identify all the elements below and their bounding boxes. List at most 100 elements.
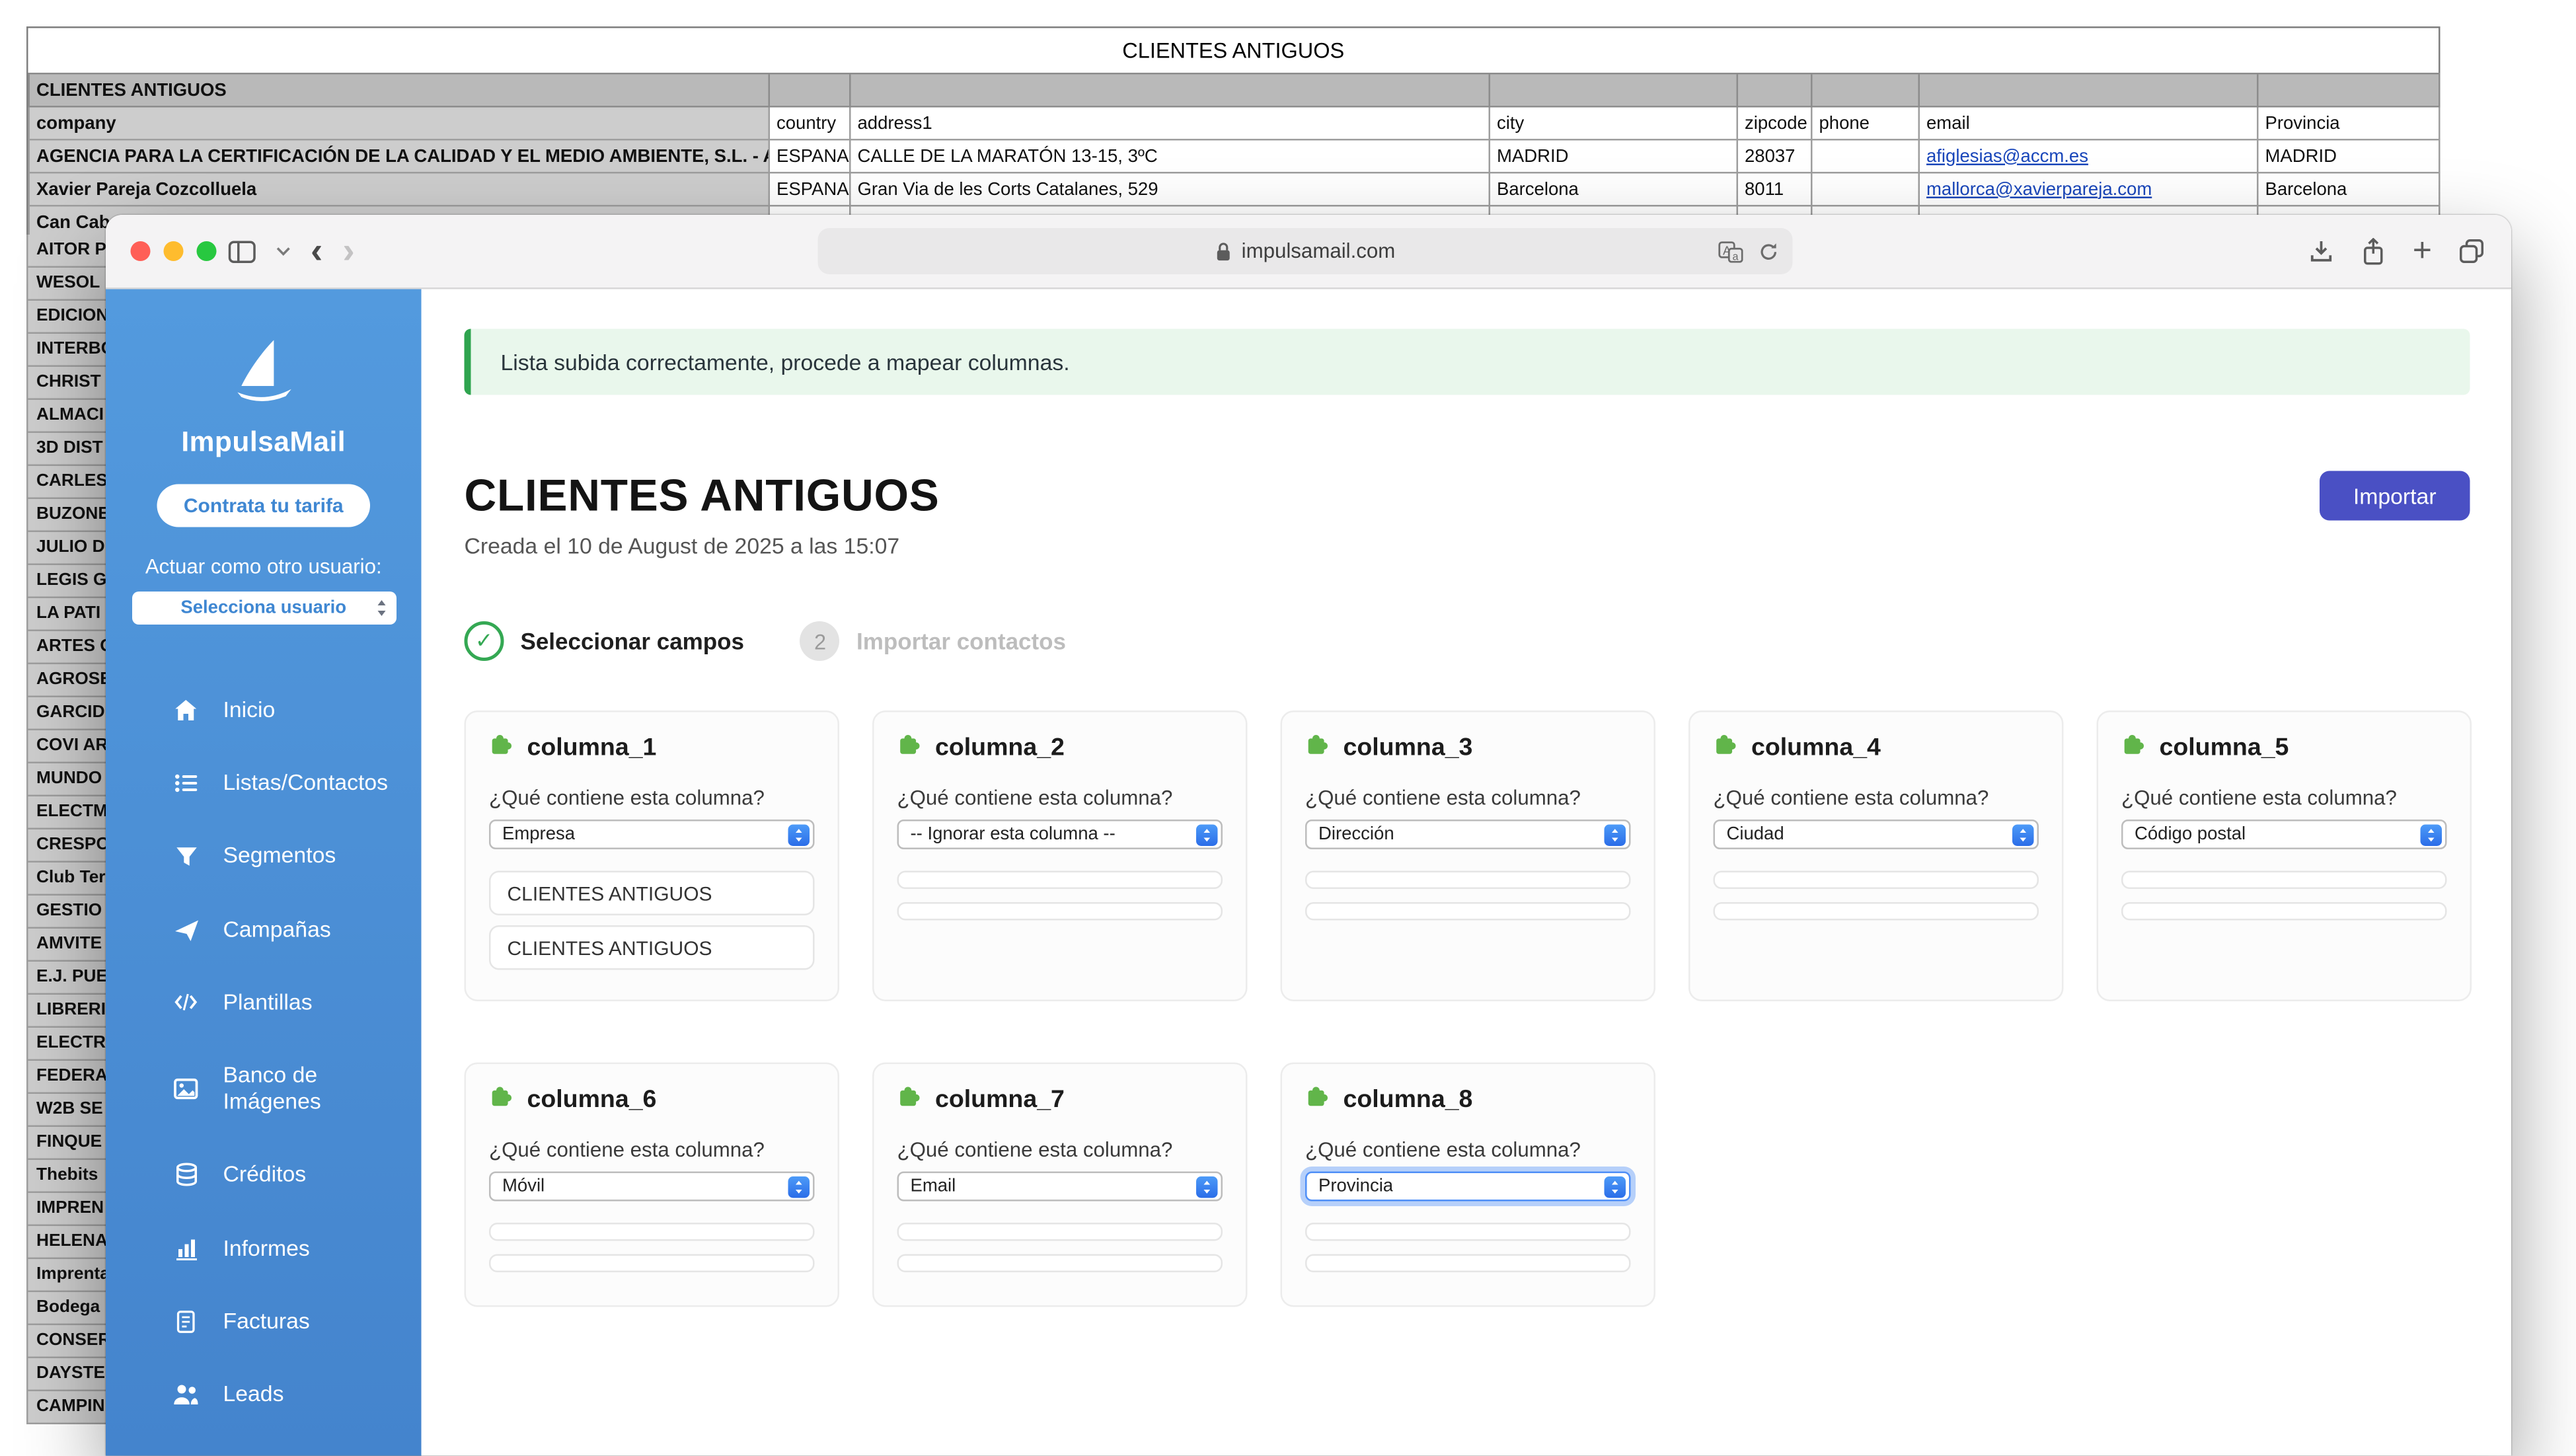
sidebar-item-campanas[interactable]: Campañas	[106, 893, 422, 966]
minimize-window-button[interactable]	[164, 241, 184, 261]
column-header-cell[interactable]: zipcode	[1737, 106, 1812, 139]
column-mapping-select[interactable]: Código postal	[2121, 820, 2447, 849]
sheet-cell[interactable]: ESPANA	[769, 172, 851, 206]
sample-value	[1305, 902, 1631, 921]
sample-value	[489, 1254, 815, 1273]
reload-icon[interactable]	[1758, 241, 1780, 262]
sheet-cell[interactable]	[769, 73, 851, 106]
user-select[interactable]: Selecciona usuario	[132, 592, 396, 625]
sheet-cell[interactable]	[1737, 73, 1812, 106]
sheet-cell[interactable]: Barcelona	[1490, 172, 1737, 206]
window-controls	[131, 241, 217, 261]
sheet-cell[interactable]: AGENCIA PARA LA CERTIFICACIÓN DE LA CALI…	[29, 139, 769, 172]
sidebar-item-plantillas[interactable]: Plantillas	[106, 966, 422, 1039]
tab-overview-icon[interactable]	[2458, 238, 2485, 264]
sheet-cell[interactable]	[1811, 172, 1919, 206]
sidebar-item-facturas[interactable]: Facturas	[106, 1285, 422, 1358]
sheet-cell[interactable]	[1811, 73, 1919, 106]
email-link[interactable]: afiglesias@accm.es	[1926, 146, 2088, 166]
column-mapping-select[interactable]: Dirección	[1305, 820, 1631, 849]
zoom-window-button[interactable]	[197, 241, 217, 261]
column-card-columna-5: columna_5¿Qué contiene esta columna?Códi…	[2097, 710, 2472, 1001]
sidebar-item-label: Inicio	[223, 697, 276, 724]
sheet-cell[interactable]: Xavier Pareja Cozcolluela	[29, 172, 769, 206]
back-button[interactable]: ‹	[311, 233, 322, 270]
sidebar-item-leads[interactable]: Leads	[106, 1358, 422, 1431]
chevron-down-icon[interactable]	[276, 247, 291, 256]
column-header-cell[interactable]: company	[29, 106, 769, 139]
new-tab-button[interactable]: +	[2413, 235, 2432, 268]
sample-values	[2121, 871, 2447, 934]
column-mapping-select[interactable]: Móvil	[489, 1172, 815, 1202]
sheet-cell[interactable]: MADRID	[2257, 139, 2439, 172]
contract-plan-button[interactable]: Contrata tu tarifa	[157, 484, 370, 527]
sidebar-item-inicio[interactable]: Inicio	[106, 674, 422, 747]
column-card-columna-1: columna_1¿Qué contiene esta columna?Empr…	[465, 710, 840, 1001]
select-stepper-icon	[1196, 825, 1218, 847]
puzzle-icon	[2121, 732, 2146, 764]
translate-icon[interactable]: Aa	[1718, 241, 1743, 262]
sheet-cell[interactable]	[1919, 73, 2258, 106]
sidebar-item-informes[interactable]: Informes	[106, 1212, 422, 1285]
image-icon	[172, 1076, 200, 1102]
column-header-cell[interactable]: phone	[1811, 106, 1919, 139]
sheet-cell[interactable]: MADRID	[1490, 139, 1737, 172]
sheet-cell[interactable]	[2257, 73, 2439, 106]
sheet-cell[interactable]: CALLE DE LA MARATÓN 13-15, 3ºC	[850, 139, 1490, 172]
sheet-band-row: CLIENTES ANTIGUOS	[29, 73, 2440, 106]
sheet-cell[interactable]: Gran Via de les Corts Catalanes, 529	[850, 172, 1490, 206]
sheet-cell[interactable]	[850, 73, 1490, 106]
sheet-cell[interactable]	[1811, 139, 1919, 172]
step-2[interactable]: 2Importar contactos	[800, 621, 1066, 661]
column-name: columna_6	[527, 1086, 657, 1114]
sidebar-toggle-icon[interactable]	[228, 239, 256, 264]
table-row: AGENCIA PARA LA CERTIFICACIÓN DE LA CALI…	[29, 139, 2440, 172]
sheet-header-row: companycountryaddress1cityzipcodephoneem…	[29, 106, 2440, 139]
column-mapping-select[interactable]: Provincia	[1305, 1172, 1631, 1202]
puzzle-icon	[1305, 1084, 1330, 1116]
sidebar-item-listas-contactos[interactable]: Listas/Contactos	[106, 747, 422, 820]
share-icon[interactable]	[2361, 237, 2386, 266]
brand-name: ImpulsaMail	[181, 426, 346, 459]
address-bar[interactable]: impulsamail.com Aa	[818, 228, 1793, 274]
page-title: CLIENTES ANTIGUOS	[465, 471, 940, 523]
sheet-cell[interactable]: 28037	[1737, 139, 1812, 172]
sheet-cell[interactable]: afiglesias@accm.es	[1919, 139, 2258, 172]
sheet-cell[interactable]: CLIENTES ANTIGUOS	[29, 73, 769, 106]
card-header: columna_3	[1305, 732, 1631, 764]
column-mapping-select[interactable]: Email	[897, 1172, 1223, 1202]
sidebar-item-segmentos[interactable]: Segmentos	[106, 820, 422, 893]
import-button[interactable]: Importar	[2320, 471, 2470, 521]
card-header: columna_6	[489, 1084, 815, 1116]
sheet-cell[interactable]	[1490, 73, 1737, 106]
sheet-cell[interactable]: 8011	[1737, 172, 1812, 206]
card-header: columna_4	[1714, 732, 2039, 764]
column-question: ¿Qué contiene esta columna?	[1714, 786, 2039, 810]
success-alert: Lista subida correctamente, procede a ma…	[465, 329, 2470, 395]
column-header-cell[interactable]: country	[769, 106, 851, 139]
column-mapping-select[interactable]: Empresa	[489, 820, 815, 849]
column-mapping-select[interactable]: -- Ignorar esta columna --	[897, 820, 1223, 849]
lock-icon	[1215, 241, 1234, 262]
step-1[interactable]: ✓Seleccionar campos	[465, 621, 745, 661]
close-window-button[interactable]	[131, 241, 151, 261]
column-mapping-select[interactable]: Ciudad	[1714, 820, 2039, 849]
browser-titlebar[interactable]: ‹ › impulsamail.com Aa	[106, 215, 2511, 289]
downloads-icon[interactable]	[2308, 238, 2335, 264]
forward-button[interactable]: ›	[342, 233, 354, 270]
sample-value: CLIENTES ANTIGUOS	[489, 871, 815, 916]
column-header-cell[interactable]: city	[1490, 106, 1737, 139]
column-header-cell[interactable]: email	[1919, 106, 2258, 139]
sheet-cell[interactable]: Barcelona	[2257, 172, 2439, 206]
select-value: Móvil	[502, 1176, 545, 1196]
column-header-cell[interactable]: Provincia	[2257, 106, 2439, 139]
browser-window: ‹ › impulsamail.com Aa	[106, 215, 2511, 1456]
sheet-cell[interactable]: ESPANA	[769, 139, 851, 172]
sheet-cell[interactable]: mallorca@xavierpareja.com	[1919, 172, 2258, 206]
invoice-icon	[172, 1308, 200, 1334]
email-link[interactable]: mallorca@xavierpareja.com	[1926, 179, 2152, 199]
sidebar-item-creditos[interactable]: Créditos	[106, 1139, 422, 1211]
column-header-cell[interactable]: address1	[850, 106, 1490, 139]
sidebar-item-banco-de-imagenes[interactable]: Banco de Imágenes	[106, 1039, 422, 1139]
impersonate-label: Actuar como otro usuario:	[145, 555, 382, 578]
